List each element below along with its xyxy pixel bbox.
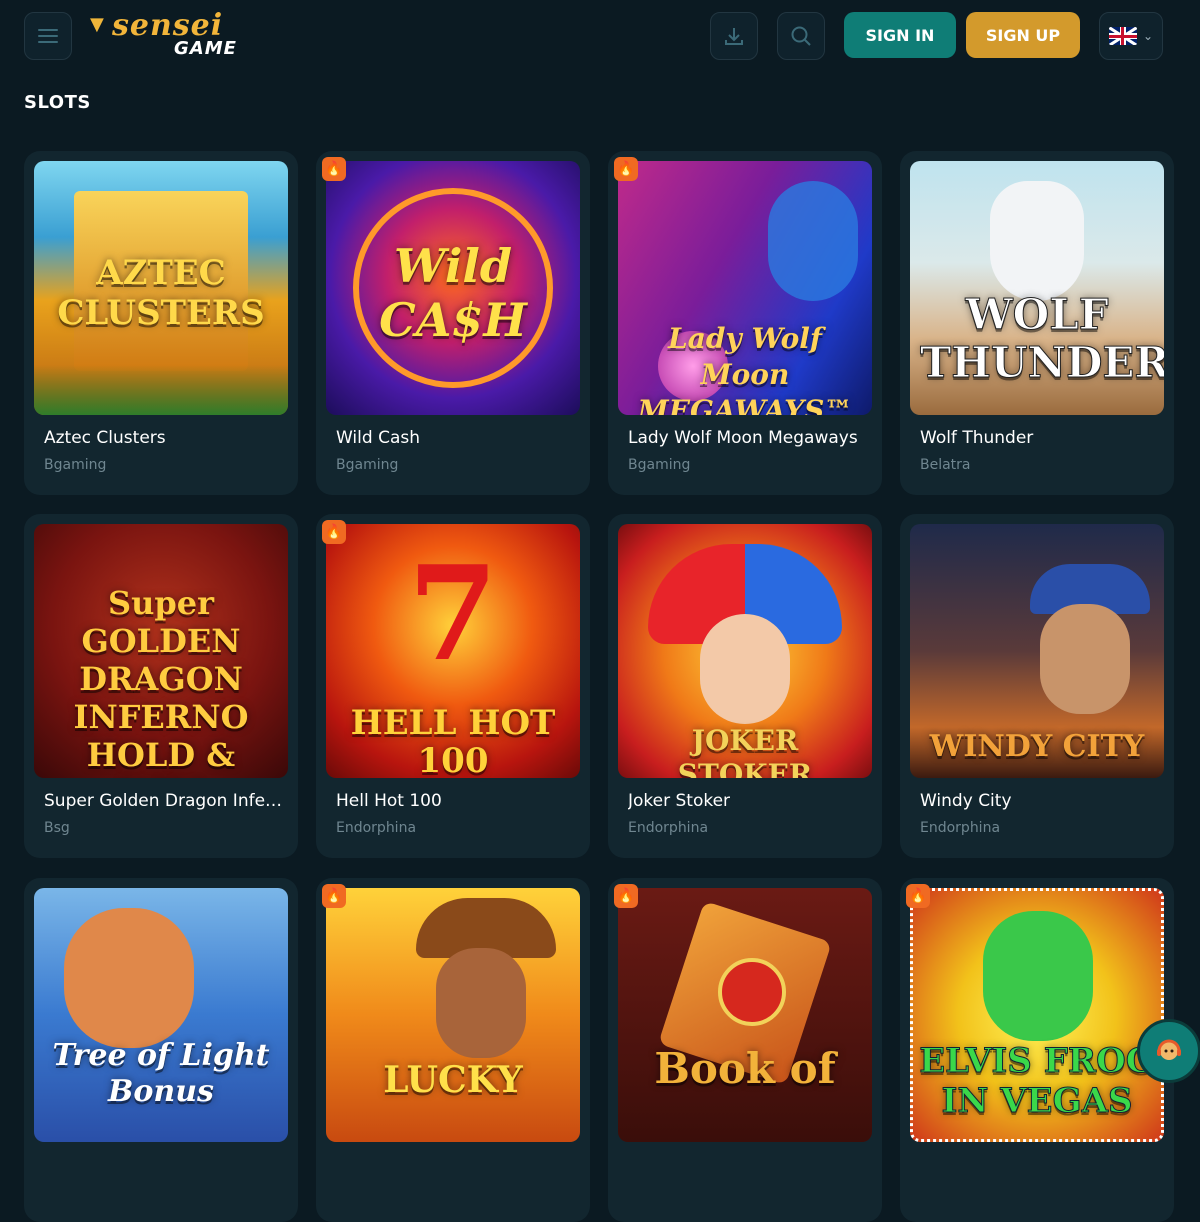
game-title: Wolf Thunder [920, 428, 1034, 448]
game-card[interactable]: LUCKY 🔥 [316, 878, 590, 1222]
game-provider: Endorphina [628, 820, 709, 836]
game-art-text: Wild CA$H [379, 239, 527, 347]
hot-badge: 🔥 [614, 884, 638, 908]
game-art-text: WOLF THUNDER [920, 290, 1165, 387]
game-thumbnail[interactable]: Lady Wolf Moon MEGAWAYS™ [618, 161, 872, 415]
game-card[interactable]: AZTEC CLUSTERS Aztec Clusters Bgaming [24, 151, 298, 495]
sign-in-button[interactable]: SIGN IN [844, 12, 956, 58]
game-card[interactable]: WINDY CITY Windy City Endorphina [900, 514, 1174, 858]
game-art-text: Super GOLDEN DRAGON INFERNO HOLD & WIN [73, 584, 249, 778]
hot-badge: 🔥 [906, 884, 930, 908]
game-provider: Bgaming [44, 457, 107, 473]
game-card[interactable]: Super GOLDEN DRAGON INFERNO HOLD & WIN S… [24, 514, 298, 858]
game-card[interactable]: 7 HELL HOT 100 🔥 Hell Hot 100 Endorphina [316, 514, 590, 858]
game-thumbnail[interactable]: AZTEC CLUSTERS [34, 161, 288, 415]
game-thumbnail[interactable]: ELVIS FROG IN VEGAS [910, 888, 1164, 1142]
game-card[interactable]: Tree of Light Bonus [24, 878, 298, 1222]
download-icon [725, 28, 743, 45]
game-provider: Bgaming [628, 457, 691, 473]
game-title: Wild Cash [336, 428, 420, 448]
game-provider: Endorphina [336, 820, 417, 836]
game-thumbnail[interactable]: JOKER STOKER [618, 524, 872, 778]
game-thumbnail[interactable]: Book of [618, 888, 872, 1142]
game-card[interactable]: Book of 🔥 [608, 878, 882, 1222]
game-card[interactable]: Lady Wolf Moon MEGAWAYS™ 🔥 Lady Wolf Moo… [608, 151, 882, 495]
fire-icon: 🔥 [325, 161, 343, 177]
game-thumbnail[interactable]: Tree of Light Bonus [34, 888, 288, 1142]
game-art-text: LUCKY [383, 1059, 523, 1101]
game-thumbnail[interactable]: Super GOLDEN DRAGON INFERNO HOLD & WIN [34, 524, 288, 778]
game-title: Joker Stoker [628, 791, 731, 811]
game-provider: Belatra [920, 457, 971, 473]
hot-badge: 🔥 [322, 884, 346, 908]
sign-up-button[interactable]: SIGN UP [966, 12, 1080, 58]
support-agent-icon [1157, 1039, 1181, 1060]
top-header: ▼ sensei GAME SIGN IN SIGN UP ⌄ [0, 0, 1200, 72]
logo-word-game: GAME [174, 38, 237, 59]
game-title: Hell Hot 100 [336, 791, 442, 811]
game-card[interactable]: JOKER STOKER Joker Stoker Endorphina [608, 514, 882, 858]
game-art-text: HELL HOT 100 [350, 703, 556, 778]
game-art-text: Book of [654, 1044, 836, 1093]
game-art-text: Tree of Light Bonus [52, 1038, 270, 1109]
support-chat-button[interactable] [1137, 1019, 1200, 1083]
game-provider: Bsg [44, 820, 70, 836]
game-title: Super Golden Dragon Infer... [44, 791, 284, 811]
game-card[interactable]: WOLF THUNDER Wolf Thunder Belatra [900, 151, 1174, 495]
fire-icon: 🔥 [325, 524, 343, 540]
game-provider: Endorphina [920, 820, 1001, 836]
game-art-text: AZTEC CLUSTERS [57, 253, 265, 333]
game-art-text: ELVIS FROG IN VEGAS [919, 1041, 1156, 1122]
game-title: Lady Wolf Moon Megaways [628, 428, 858, 448]
game-art-text: WINDY CITY [929, 729, 1145, 764]
download-button[interactable] [710, 12, 758, 60]
game-card[interactable]: Wild CA$H 🔥 Wild Cash Bgaming [316, 151, 590, 495]
menu-button[interactable] [24, 12, 72, 60]
chevron-down-icon: ⌄ [1142, 29, 1154, 43]
section-title: SLOTS [24, 92, 91, 113]
game-card[interactable]: ELVIS FROG IN VEGAS 🔥 [900, 878, 1174, 1222]
game-art-text: JOKER STOKER [677, 724, 813, 778]
logo[interactable]: ▼ sensei GAME [90, 8, 250, 60]
game-thumbnail[interactable]: LUCKY [326, 888, 580, 1142]
game-thumbnail[interactable]: 7 HELL HOT 100 [326, 524, 580, 778]
hot-badge: 🔥 [614, 157, 638, 181]
game-title: Windy City [920, 791, 1012, 811]
game-art-text: Lady Wolf Moon MEGAWAYS™ [637, 322, 853, 415]
fire-icon: 🔥 [617, 161, 635, 177]
game-thumbnail[interactable]: Wild CA$H [326, 161, 580, 415]
language-selector[interactable]: ⌄ [1099, 12, 1163, 60]
fire-icon: 🔥 [617, 888, 635, 904]
hot-badge: 🔥 [322, 157, 346, 181]
fire-icon: 🔥 [325, 888, 343, 904]
hot-badge: 🔥 [322, 520, 346, 544]
search-icon [791, 26, 811, 46]
fire-icon: 🔥 [909, 888, 927, 904]
game-thumbnail[interactable]: WINDY CITY [910, 524, 1164, 778]
uk-flag-icon [1108, 27, 1137, 45]
hamburger-icon [38, 29, 58, 43]
game-thumbnail[interactable]: WOLF THUNDER [910, 161, 1164, 415]
search-button[interactable] [777, 12, 825, 60]
game-title: Aztec Clusters [44, 428, 166, 448]
mask-icon: ▼ [90, 14, 104, 35]
game-provider: Bgaming [336, 457, 399, 473]
